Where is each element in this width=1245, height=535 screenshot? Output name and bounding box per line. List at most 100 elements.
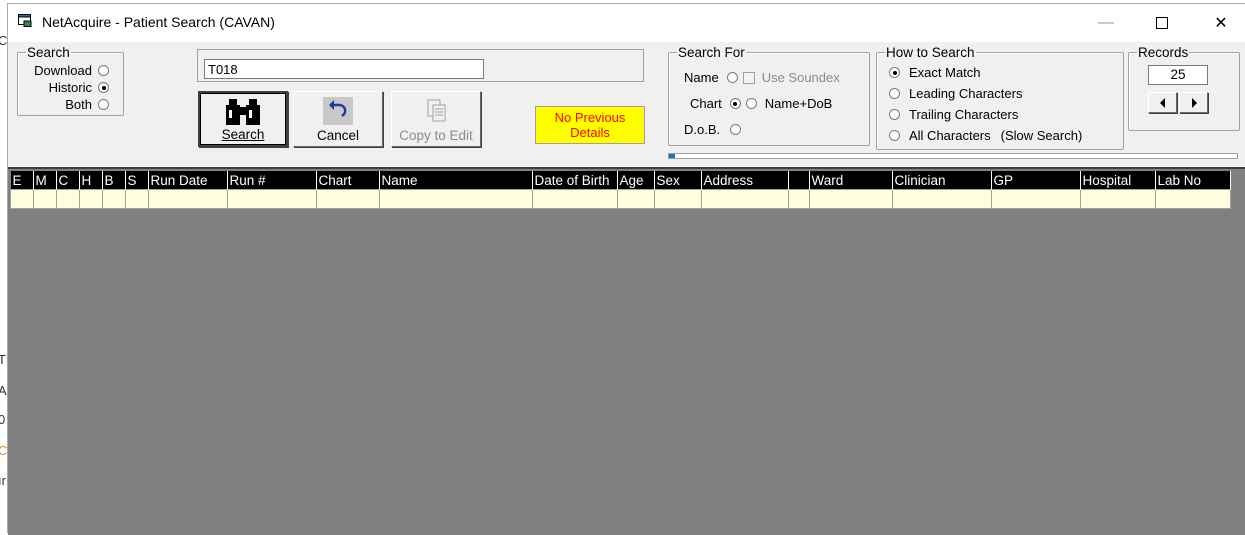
minimize-button[interactable]: — bbox=[1083, 4, 1129, 42]
window-title: NetAcquire - Patient Search (CAVAN) bbox=[42, 14, 275, 30]
option-leading-characters[interactable]: Leading Characters bbox=[889, 86, 1022, 101]
table-cell[interactable] bbox=[147, 189, 228, 209]
radio-historic[interactable]: Historic bbox=[25, 80, 109, 95]
table-cell[interactable] bbox=[55, 189, 80, 209]
binoculars-icon bbox=[226, 99, 260, 125]
radio-download-label: Download bbox=[34, 63, 92, 78]
status-label: No Previous Details bbox=[535, 106, 645, 144]
bg-text: ır bbox=[0, 473, 6, 488]
search-for-name-label: Name bbox=[684, 70, 719, 85]
search-for-dob-radio[interactable] bbox=[730, 124, 742, 135]
trailing-characters-radio[interactable] bbox=[889, 109, 900, 120]
column-header[interactable]: Name bbox=[379, 171, 533, 190]
results-grid-area[interactable]: E M C H B S Run Date Run # Chart Name Date of Birt… bbox=[8, 167, 1245, 535]
copy-to-edit-label: Copy to Edit bbox=[399, 128, 473, 143]
table-cell[interactable] bbox=[226, 189, 317, 209]
radio-download[interactable]: Download bbox=[25, 63, 109, 78]
cancel-button[interactable]: Cancel bbox=[293, 91, 383, 147]
column-header[interactable]: H bbox=[79, 171, 103, 190]
app-window-icon bbox=[18, 14, 32, 27]
search-for-chart-radio[interactable] bbox=[729, 98, 741, 109]
table-cell[interactable] bbox=[378, 189, 533, 209]
use-soundex-label: Use Soundex bbox=[761, 70, 840, 85]
column-header[interactable]: Age bbox=[617, 171, 655, 190]
radio-both[interactable]: Both bbox=[25, 97, 109, 112]
search-for-chart-row[interactable]: Chart Name+DoB bbox=[690, 96, 832, 111]
records-legend: Records bbox=[1138, 45, 1189, 60]
maximize-icon bbox=[1156, 17, 1168, 29]
search-progress-bar bbox=[668, 153, 1238, 159]
table-cell[interactable] bbox=[1154, 189, 1231, 209]
table-cell[interactable] bbox=[124, 189, 149, 209]
column-header[interactable]: Run # bbox=[227, 171, 317, 190]
search-for-chart-label: Chart bbox=[690, 96, 722, 111]
column-header[interactable]: Hospital bbox=[1080, 171, 1156, 190]
table-cell[interactable] bbox=[78, 189, 103, 209]
records-increase-button[interactable] bbox=[1179, 92, 1208, 113]
column-header[interactable]: Lab No bbox=[1155, 171, 1231, 190]
close-button[interactable]: ✕ bbox=[1198, 4, 1244, 42]
search-for-legend: Search For bbox=[678, 45, 745, 60]
table-cell[interactable] bbox=[32, 189, 57, 209]
results-grid[interactable]: E M C H B S Run Date Run # Chart Name Date of Birt… bbox=[10, 171, 1231, 209]
table-cell[interactable] bbox=[101, 189, 126, 209]
table-cell[interactable] bbox=[787, 189, 810, 209]
search-for-name-dob-radio[interactable] bbox=[745, 98, 757, 109]
leading-characters-radio[interactable] bbox=[889, 88, 900, 99]
column-header[interactable]: Address bbox=[701, 171, 789, 190]
option-all-characters[interactable]: All Characters (Slow Search) bbox=[889, 128, 1082, 143]
title-bar[interactable]: NetAcquire - Patient Search (CAVAN) — ✕ bbox=[8, 4, 1245, 42]
table-row[interactable] bbox=[10, 189, 1231, 209]
table-cell[interactable] bbox=[10, 189, 34, 209]
column-header[interactable]: M bbox=[33, 171, 57, 190]
radio-download-button[interactable] bbox=[98, 65, 109, 76]
column-header[interactable]: Chart bbox=[316, 171, 380, 190]
search-input[interactable] bbox=[204, 59, 484, 79]
search-progress-fill bbox=[669, 154, 675, 158]
grid-header-row: E M C H B S Run Date Run # Chart Name Date of Birt… bbox=[10, 171, 1231, 190]
column-header[interactable]: GP bbox=[991, 171, 1081, 190]
maximize-button[interactable] bbox=[1139, 4, 1185, 42]
records-decrease-button[interactable] bbox=[1148, 92, 1177, 113]
use-soundex-checkbox[interactable] bbox=[742, 71, 755, 84]
search-for-dob-label: D.o.B. bbox=[684, 122, 721, 137]
table-cell[interactable] bbox=[616, 189, 655, 209]
slow-search-note: (Slow Search) bbox=[1000, 128, 1083, 143]
bg-text: 0 bbox=[0, 412, 6, 427]
column-header[interactable]: Clinician bbox=[892, 171, 992, 190]
table-cell[interactable] bbox=[653, 189, 702, 209]
exact-match-radio[interactable] bbox=[889, 67, 900, 78]
table-cell[interactable] bbox=[315, 189, 380, 209]
table-cell[interactable] bbox=[700, 189, 789, 209]
radio-historic-button[interactable] bbox=[98, 82, 109, 93]
records-count-field[interactable]: 25 bbox=[1148, 65, 1208, 85]
column-header[interactable]: S bbox=[125, 171, 149, 190]
table-cell[interactable] bbox=[1079, 189, 1156, 209]
column-header[interactable]: E bbox=[10, 171, 34, 190]
column-header[interactable]: C bbox=[56, 171, 80, 190]
column-header[interactable]: Date of Birth bbox=[532, 171, 618, 190]
column-header[interactable]: Run Date bbox=[148, 171, 228, 190]
copy-icon bbox=[427, 99, 446, 122]
trailing-characters-label: Trailing Characters bbox=[909, 107, 1019, 122]
table-cell[interactable] bbox=[808, 189, 893, 209]
column-header[interactable]: B bbox=[102, 171, 126, 190]
search-for-name-radio[interactable] bbox=[726, 72, 738, 83]
search-for-name-row[interactable]: Name Use Soundex bbox=[684, 70, 840, 85]
all-characters-radio[interactable] bbox=[889, 130, 900, 141]
radio-both-button[interactable] bbox=[98, 99, 109, 110]
table-cell[interactable] bbox=[531, 189, 618, 209]
copy-to-edit-button[interactable]: Copy to Edit bbox=[391, 91, 481, 147]
column-header[interactable]: Sex bbox=[654, 171, 702, 190]
column-header[interactable] bbox=[788, 171, 810, 190]
option-trailing-characters[interactable]: Trailing Characters bbox=[889, 107, 1018, 122]
search-for-name-dob-label: Name+DoB bbox=[764, 96, 833, 111]
cancel-button-label: Cancel bbox=[316, 128, 360, 143]
table-cell[interactable] bbox=[891, 189, 992, 209]
triangle-right-icon bbox=[1191, 97, 1197, 108]
table-cell[interactable] bbox=[990, 189, 1081, 209]
option-exact-match[interactable]: Exact Match bbox=[889, 65, 981, 80]
column-header[interactable]: Ward bbox=[809, 171, 893, 190]
search-for-dob-row[interactable]: D.o.B. bbox=[684, 122, 742, 137]
search-button[interactable]: Search bbox=[198, 91, 288, 147]
